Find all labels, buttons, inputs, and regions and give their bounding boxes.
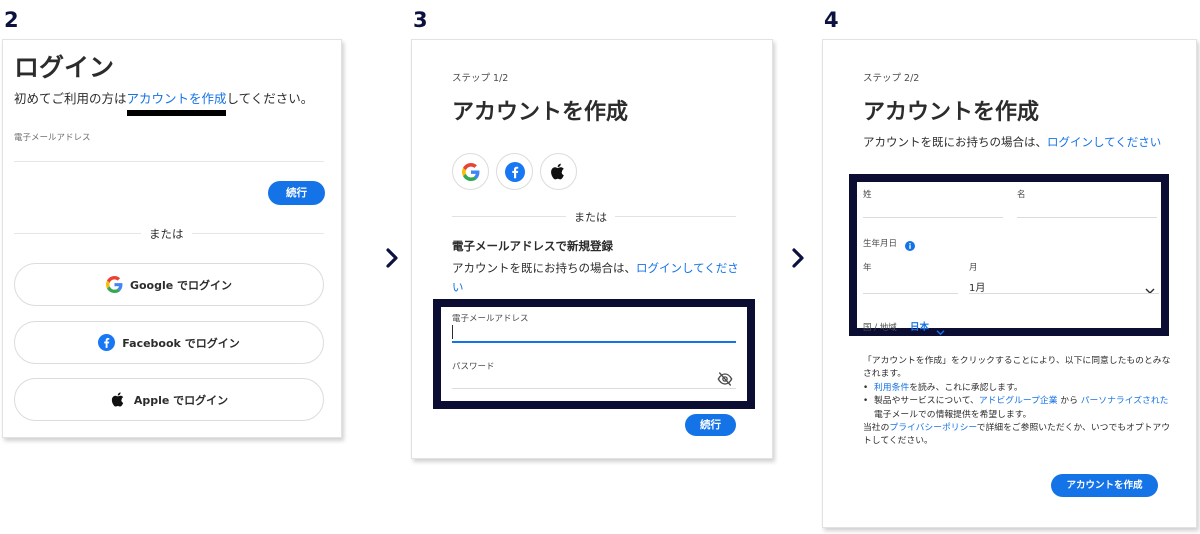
signup-step2-panel: ステップ 2/2 アカウントを作成 アカウントを既にお持ちの場合は、ログインして… — [822, 39, 1197, 528]
have-account-prefix: アカウントを既にお持ちの場合は、 — [452, 261, 636, 275]
terms-item-text: を読み、これに承認します。 — [909, 382, 1023, 393]
email-input[interactable] — [14, 161, 324, 162]
google-signup-button[interactable] — [452, 153, 489, 190]
continue-button[interactable]: 続行 — [268, 181, 325, 205]
adobe-group-link[interactable]: アドビグループ企業 — [979, 396, 1058, 406]
password-label: パスワード — [452, 362, 495, 372]
create-account-button[interactable]: アカウントを作成 — [1051, 474, 1158, 497]
intro-text-before: 初めてご利用の方は — [14, 91, 127, 106]
redaction-bar — [127, 110, 226, 116]
email-label: 電子メールアドレス — [452, 314, 529, 324]
privacy-prefix: 当社の — [863, 423, 890, 434]
month-select[interactable]: 1月 — [969, 279, 985, 294]
terms-item-text: 製品やサービスについて、 — [874, 396, 979, 407]
last-name-label: 姓 — [863, 190, 872, 200]
step-number-4: 4 — [824, 8, 839, 32]
personalized-link[interactable]: パーソナライズされた — [1081, 396, 1169, 406]
login-panel: ログイン 初めてご利用の方はアカウントを作成してください。 電子メールアドレス … — [2, 39, 342, 438]
chevron-right-icon — [384, 247, 400, 269]
step-indicator: ステップ 1/2 — [452, 73, 509, 84]
chevron-down-icon[interactable] — [936, 321, 945, 336]
facebook-login-button[interactable]: Facebook でログイン — [14, 321, 324, 364]
privacy-policy-link[interactable]: プライバシーポリシー — [889, 423, 976, 433]
facebook-icon — [98, 334, 116, 351]
create-account-link[interactable]: アカウントを作成 — [127, 91, 227, 106]
signup-step1-panel: ステップ 1/2 アカウントを作成 または 電子メールアドレスで新規登録 アカウ… — [411, 39, 773, 459]
have-account-text: アカウントを既にお持ちの場合は、ログインしてください — [863, 133, 1163, 152]
step-indicator: ステップ 2/2 — [863, 73, 920, 84]
email-input[interactable] — [452, 341, 736, 343]
have-account-text: アカウントを既にお持ちの場合は、ログインしてください — [452, 259, 742, 297]
terms-item: 利用条件を読み、これに承認します。 — [863, 382, 1173, 396]
first-name-input[interactable] — [1017, 217, 1157, 218]
intro-text: 初めてご利用の方はアカウントを作成してください。 — [14, 88, 313, 107]
google-login-label: Google でログイン — [129, 278, 233, 292]
apple-icon — [549, 162, 568, 181]
email-label: 電子メールアドレス — [14, 133, 91, 143]
step-number-3: 3 — [413, 8, 428, 32]
page-title: アカウントを作成 — [452, 100, 629, 125]
facebook-login-label: Facebook でログイン — [122, 336, 240, 350]
page-title: アカウントを作成 — [863, 100, 1040, 125]
or-label: または — [141, 226, 192, 242]
terms-item: 製品やサービスについて、アドビグループ企業 から パーソナライズされた 電子メー… — [863, 395, 1173, 422]
intro-text-after: してください。 — [226, 91, 314, 106]
month-select-underline — [969, 293, 1159, 294]
apple-login-button[interactable]: Apple でログイン — [14, 378, 324, 421]
month-label: 月 — [969, 263, 978, 273]
terms-text: 「アカウントを作成」をクリックすることにより、以下に同意したものとみなされます。… — [863, 355, 1173, 449]
facebook-icon — [504, 161, 525, 182]
apple-signup-button[interactable] — [540, 153, 577, 190]
google-login-button[interactable]: Google でログイン — [14, 263, 324, 306]
terms-intro: 「アカウントを作成」をクリックすることにより、以下に同意したものとみなされます。 — [863, 356, 1171, 380]
chevron-down-icon[interactable] — [1145, 280, 1155, 294]
page-title: ログイン — [14, 53, 115, 82]
google-icon — [461, 162, 480, 181]
apple-icon — [110, 391, 127, 408]
terms-item-text: から — [1057, 396, 1081, 407]
step-number-2: 2 — [4, 8, 19, 32]
highlight-frame — [849, 174, 1169, 336]
apple-login-label: Apple でログイン — [133, 393, 229, 407]
chevron-right-icon — [790, 247, 806, 269]
login-link[interactable]: ログインしてください — [1047, 135, 1161, 149]
country-select[interactable]: 日本 — [910, 319, 929, 333]
or-label: または — [566, 209, 615, 225]
first-name-label: 名 — [1017, 190, 1026, 200]
email-signup-heading: 電子メールアドレスで新規登録 — [452, 239, 613, 253]
terms-of-use-link[interactable]: 利用条件 — [874, 383, 909, 393]
last-name-input[interactable] — [863, 217, 1003, 218]
password-input[interactable] — [452, 388, 736, 389]
terms-item-text: 電子メールでの情報提供を希望します。 — [874, 409, 1032, 420]
google-icon — [105, 276, 123, 293]
privacy-text: 当社のプライバシーポリシーで詳細をご参照いただくか、いつでもオプトアウトしてくだ… — [863, 422, 1173, 449]
country-label: 国 / 地域 — [863, 323, 897, 333]
eye-off-icon[interactable] — [717, 371, 733, 386]
info-icon[interactable] — [905, 236, 915, 251]
year-label: 年 — [863, 263, 872, 273]
terms-list: 利用条件を読み、これに承認します。 製品やサービスについて、アドビグループ企業 … — [863, 382, 1173, 422]
facebook-signup-button[interactable] — [496, 153, 533, 190]
year-input[interactable] — [863, 293, 958, 294]
text-cursor — [452, 325, 453, 339]
have-account-prefix: アカウントを既にお持ちの場合は、 — [863, 135, 1047, 149]
dob-label: 生年月日 — [863, 239, 898, 249]
continue-button[interactable]: 続行 — [685, 414, 736, 436]
